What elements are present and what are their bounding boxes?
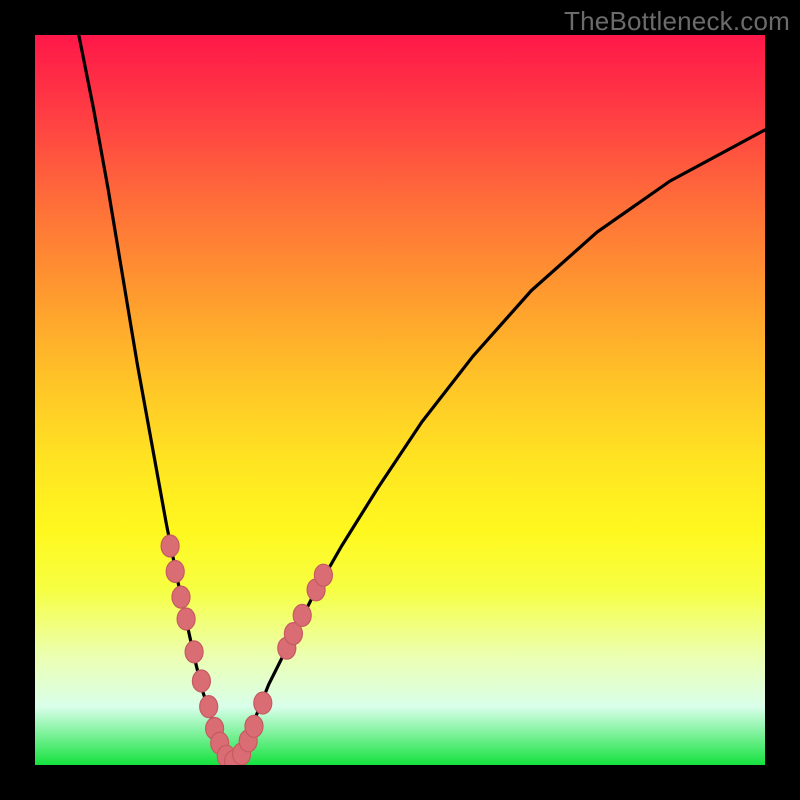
plot-area	[35, 35, 765, 765]
data-marker	[254, 692, 272, 714]
data-marker	[200, 696, 218, 718]
marker-group	[161, 535, 332, 765]
chart-svg	[35, 35, 765, 765]
left-curve-path	[79, 35, 232, 765]
data-marker	[177, 608, 195, 630]
data-marker	[245, 715, 263, 737]
data-marker	[161, 535, 179, 557]
data-marker	[192, 670, 210, 692]
data-marker	[166, 561, 184, 583]
right-curve-path	[232, 130, 765, 765]
data-marker	[185, 641, 203, 663]
data-marker	[293, 604, 311, 626]
chart-frame: TheBottleneck.com	[0, 0, 800, 800]
data-marker	[172, 586, 190, 608]
data-marker	[314, 564, 332, 586]
watermark-text: TheBottleneck.com	[564, 6, 790, 37]
